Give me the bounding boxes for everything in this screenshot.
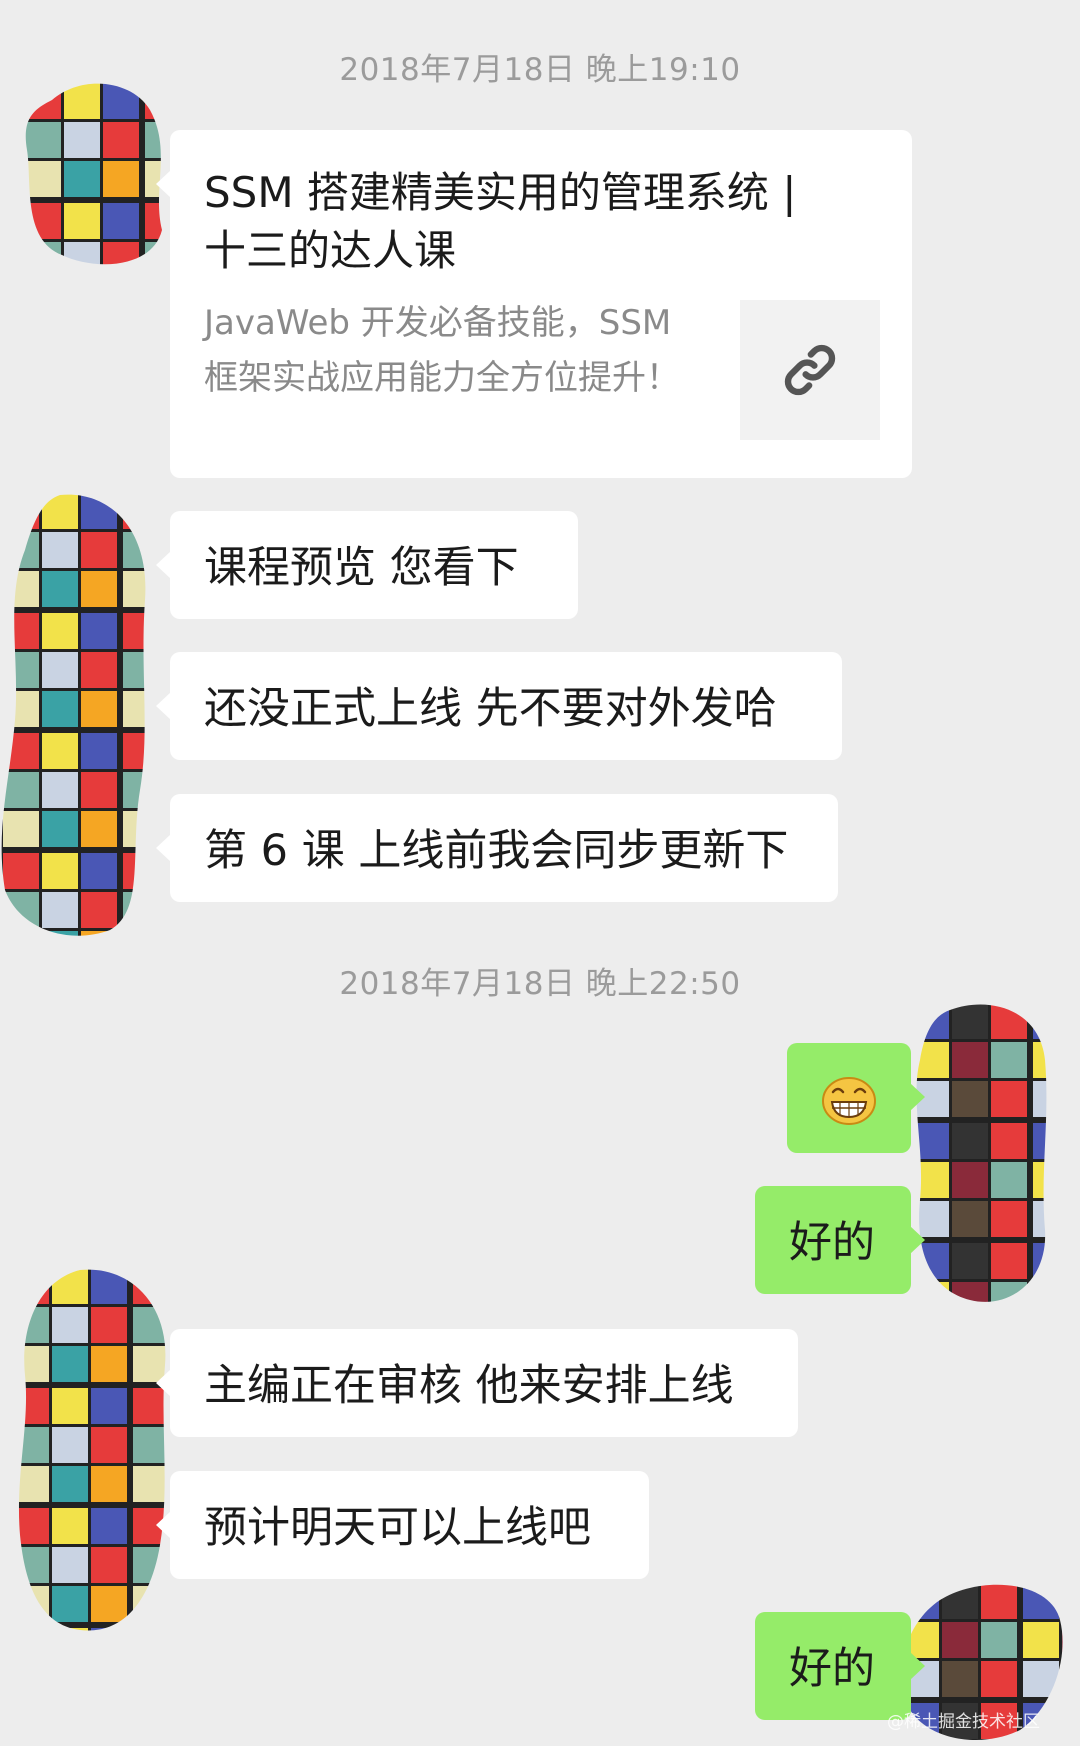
message-text: 主编正在审核 他来安排上线 (204, 1361, 734, 1411)
message-text: 第 6 课 上线前我会同步更新下 (204, 826, 789, 876)
grinning-face-icon (822, 1077, 876, 1125)
message-text: 预计明天可以上线吧 (204, 1503, 591, 1553)
watermark: @稀土掘金技术社区 (887, 1712, 1040, 1732)
contact-avatar[interactable] (22, 80, 162, 270)
link-card-description: JavaWeb 开发必备技能，SSM 框架实战应用能力全方位提升！ (204, 303, 680, 398)
message-bubble-incoming[interactable]: 还没正式上线 先不要对外发哈 (156, 652, 842, 760)
timestamp: 2018年7月18日 晚上19:10 (339, 52, 741, 88)
message-text: 好的 (789, 1644, 875, 1694)
link-icon (784, 344, 836, 396)
message-bubble-incoming[interactable]: 主编正在审核 他来安排上线 (156, 1329, 798, 1437)
message-bubble-outgoing[interactable]: 好的 (755, 1612, 925, 1720)
message-text: 好的 (789, 1218, 875, 1268)
link-card[interactable]: SSM 搭建精美实用的管理系统 | 十三的达人课 JavaWeb 开发必备技能，… (156, 130, 912, 478)
message-text: 还没正式上线 先不要对外发哈 (204, 684, 777, 734)
timestamp: 2018年7月18日 晚上22:50 (339, 966, 741, 1002)
message-bubble-incoming[interactable]: 第 6 课 上线前我会同步更新下 (156, 794, 838, 902)
message-bubble-incoming[interactable]: 预计明天可以上线吧 (156, 1471, 649, 1579)
contact-avatar[interactable] (0, 490, 150, 940)
message-text: 课程预览 您看下 (204, 543, 519, 593)
user-avatar[interactable] (910, 1000, 1050, 1310)
contact-avatar[interactable] (10, 1265, 170, 1635)
message-bubble-outgoing[interactable]: 好的 (755, 1186, 925, 1294)
message-bubble-incoming[interactable]: 课程预览 您看下 (156, 511, 578, 619)
message-bubble-outgoing[interactable] (787, 1043, 925, 1153)
link-card-thumbnail (740, 300, 880, 440)
link-card-title: SSM 搭建精美实用的管理系统 | 十三的达人课 (204, 168, 797, 275)
